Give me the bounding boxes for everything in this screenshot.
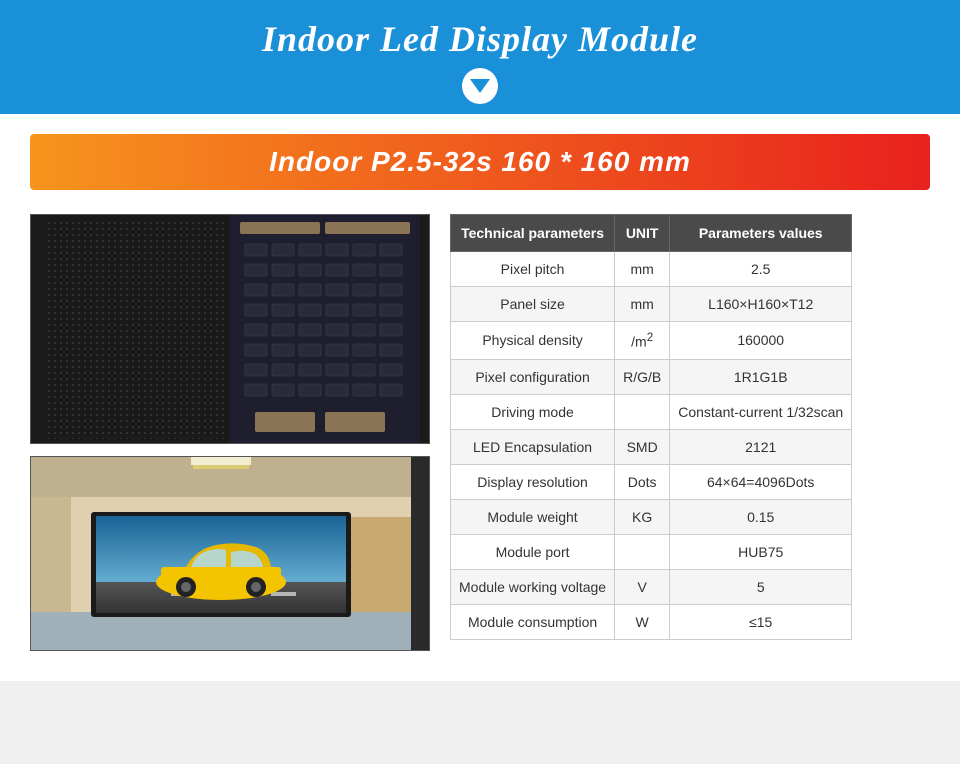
param-name: LED Encapsulation (451, 429, 615, 464)
param-unit: V (615, 569, 670, 604)
param-name: Driving mode (451, 394, 615, 429)
col-header-value: Parameters values (670, 215, 852, 252)
param-value: 5 (670, 569, 852, 604)
param-value: L160×H160×T12 (670, 287, 852, 322)
module-top-image (30, 214, 430, 444)
images-column (30, 214, 430, 651)
col-header-param: Technical parameters (451, 215, 615, 252)
table-row: Pixel configurationR/G/B1R1G1B (451, 359, 852, 394)
table-row: Module port HUB75 (451, 534, 852, 569)
param-value: HUB75 (670, 534, 852, 569)
param-unit: mm (615, 287, 670, 322)
param-unit: R/G/B (615, 359, 670, 394)
param-value: 160000 (670, 322, 852, 360)
table-row: Display resolutionDots64×64=4096Dots (451, 464, 852, 499)
room-display-image (30, 456, 430, 651)
param-name: Module working voltage (451, 569, 615, 604)
param-name: Pixel pitch (451, 252, 615, 287)
page-title: Indoor Led Display Module (20, 18, 940, 60)
param-unit: mm (615, 252, 670, 287)
param-unit (615, 534, 670, 569)
param-value: Constant-current 1/32scan (670, 394, 852, 429)
param-unit: Dots (615, 464, 670, 499)
product-title-bar: Indoor P2.5-32s 160 * 160 mm (30, 134, 930, 190)
param-name: Panel size (451, 287, 615, 322)
table-row: Module consumptionW≤15 (451, 604, 852, 639)
param-unit: KG (615, 499, 670, 534)
param-name: Module consumption (451, 604, 615, 639)
param-value: 64×64=4096Dots (670, 464, 852, 499)
param-value: ≤15 (670, 604, 852, 639)
param-name: Display resolution (451, 464, 615, 499)
page-header: Indoor Led Display Module (0, 0, 960, 114)
table-row: Physical density/m2160000 (451, 322, 852, 360)
param-value: 2.5 (670, 252, 852, 287)
main-content: Indoor P2.5-32s 160 * 160 mm (0, 114, 960, 681)
param-name: Physical density (451, 322, 615, 360)
arrow-container (20, 68, 940, 104)
down-arrow-icon (462, 68, 498, 104)
param-value: 1R1G1B (670, 359, 852, 394)
table-row: Panel sizemmL160×H160×T12 (451, 287, 852, 322)
table-row: Module working voltageV5 (451, 569, 852, 604)
product-title: Indoor P2.5-32s 160 * 160 mm (269, 146, 691, 177)
param-value: 2121 (670, 429, 852, 464)
col-header-unit: UNIT (615, 215, 670, 252)
table-row: Pixel pitchmm2.5 (451, 252, 852, 287)
table-row: Driving mode Constant-current 1/32scan (451, 394, 852, 429)
spec-table-container: Technical parameters UNIT Parameters val… (450, 214, 930, 640)
param-name: Pixel configuration (451, 359, 615, 394)
spec-table: Technical parameters UNIT Parameters val… (450, 214, 852, 640)
table-row: LED EncapsulationSMD2121 (451, 429, 852, 464)
param-unit: W (615, 604, 670, 639)
param-value: 0.15 (670, 499, 852, 534)
param-unit: /m2 (615, 322, 670, 360)
param-unit: SMD (615, 429, 670, 464)
content-row: Technical parameters UNIT Parameters val… (30, 214, 930, 651)
param-name: Module port (451, 534, 615, 569)
table-row: Module weightKG0.15 (451, 499, 852, 534)
param-name: Module weight (451, 499, 615, 534)
param-unit (615, 394, 670, 429)
